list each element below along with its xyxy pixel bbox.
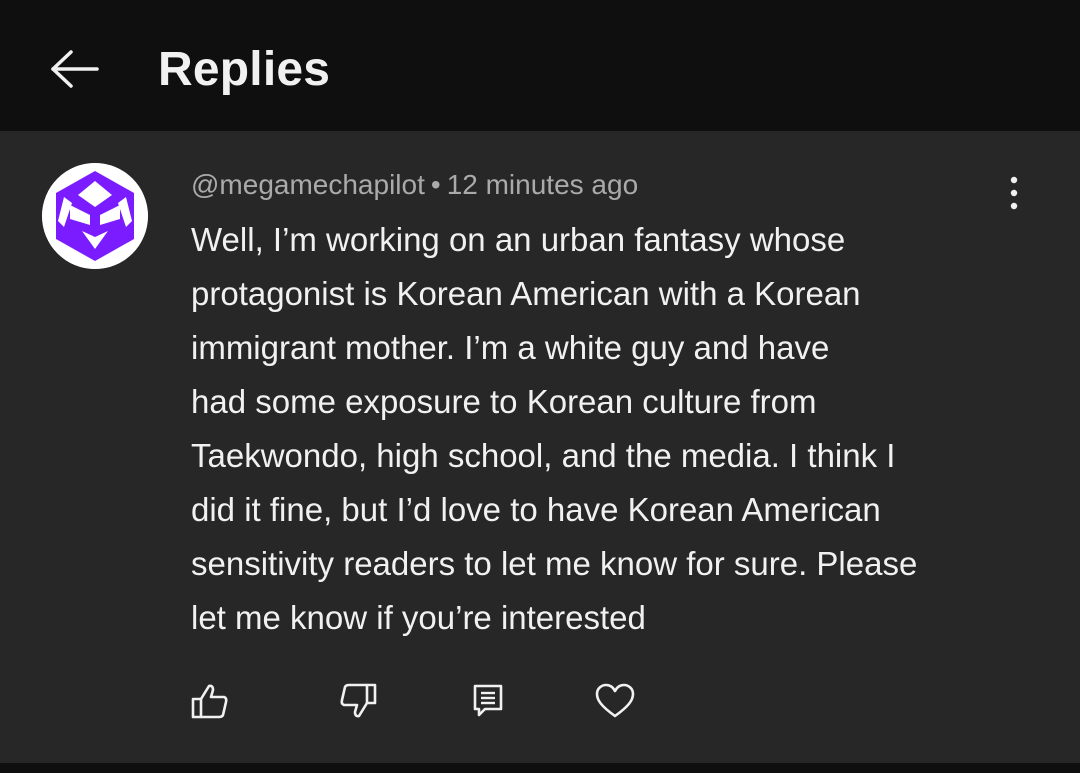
comment-reply-card: @megamechapilot • 12 minutes ago Well, I’m… xyxy=(0,131,1080,763)
author-handle[interactable]: @megamechapilot xyxy=(191,169,425,200)
avatar[interactable] xyxy=(42,163,148,269)
avatar-logo-icon xyxy=(42,163,148,269)
more-vertical-icon xyxy=(1010,176,1018,210)
page-title: Replies xyxy=(158,43,331,96)
comment-meta: @megamechapilot • 12 minutes ago xyxy=(191,167,638,203)
bottom-divider xyxy=(0,763,1080,773)
meta-separator: • xyxy=(430,169,441,200)
like-button[interactable] xyxy=(186,677,234,725)
reply-button[interactable] xyxy=(464,677,512,725)
back-button[interactable] xyxy=(46,44,102,94)
comment-body: Well, I’m working on an urban fantasy wh… xyxy=(191,221,918,636)
more-options-button[interactable] xyxy=(992,171,1036,215)
comment-timestamp: 12 minutes ago xyxy=(446,169,639,200)
heart-button[interactable] xyxy=(591,677,639,725)
top-app-bar: Replies xyxy=(0,0,1080,131)
dislike-button[interactable] xyxy=(334,677,382,725)
heart-icon xyxy=(595,683,635,718)
thumbs-down-icon xyxy=(340,683,377,718)
reply-icon xyxy=(473,684,503,717)
arrow-left-icon xyxy=(51,50,99,88)
thumbs-up-icon xyxy=(191,684,228,719)
